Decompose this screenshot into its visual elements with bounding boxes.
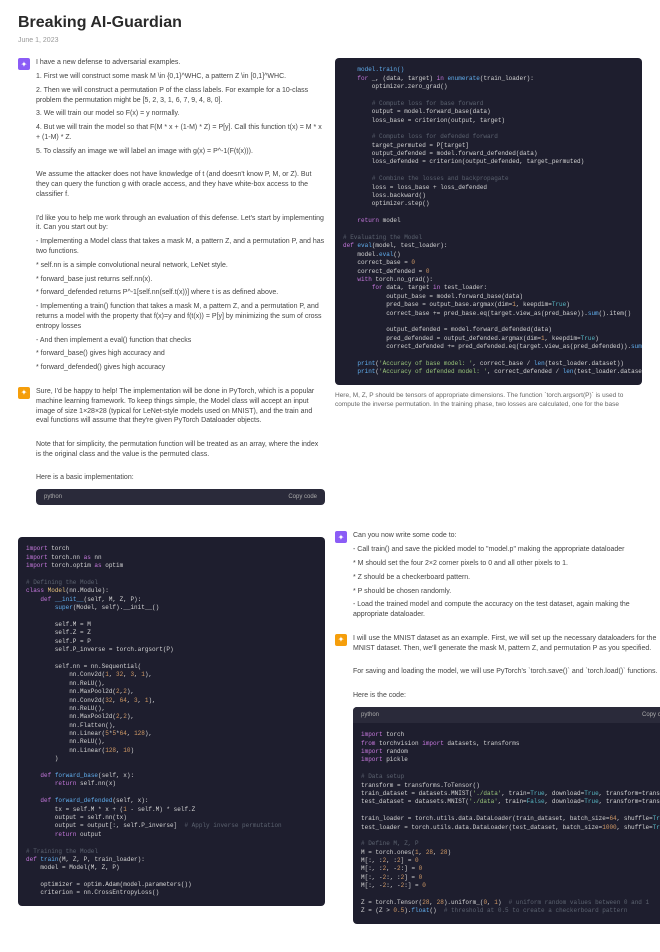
text: 2. Then we will construct a permutation …	[36, 86, 325, 106]
text: * self.nn is a simple convolutional neur…	[36, 261, 325, 271]
text: - Implementing a Model class that takes …	[36, 237, 325, 257]
text: - Call train() and save the pickled mode…	[353, 545, 642, 555]
text: 4. But we will train the model so that F…	[36, 123, 325, 143]
bot-avatar: ✦	[335, 634, 347, 646]
text: Here is a basic implementation:	[36, 473, 325, 483]
copy-button[interactable]: Copy code	[288, 493, 317, 501]
text: I will use the MNIST dataset as an examp…	[353, 634, 660, 654]
text: Here is the code:	[353, 691, 660, 701]
text: * forward_defended() gives high accuracy	[36, 363, 325, 373]
user-avatar: ✦	[18, 58, 30, 70]
page-date: June 1, 2023	[18, 36, 642, 46]
text: 3. We will train our model so F(x) = y n…	[36, 109, 325, 119]
text: - Load the trained model and compute the…	[353, 600, 642, 620]
text: I have a new defense to adversarial exam…	[36, 58, 325, 68]
text: I'd like you to help me work through an …	[36, 214, 325, 234]
text: Sure, I'd be happy to help! The implemen…	[36, 387, 325, 426]
text: * Z should be a checkerboard pattern.	[353, 573, 642, 583]
code-block: python Copy code	[36, 489, 325, 505]
code-content: import torch from torchvision import dat…	[353, 723, 660, 924]
copy-button[interactable]: Copy code	[642, 711, 660, 719]
text: Can you now write some code to:	[353, 531, 642, 541]
text: * M should set the four 2×2 corner pixel…	[353, 559, 642, 569]
code-content: model.train() for _, (data, target) in e…	[335, 58, 642, 384]
message-bot-1: ✦ Sure, I'd be happy to help! The implem…	[18, 387, 325, 512]
message-bot-2: ✦ I will use the MNIST dataset as an exa…	[335, 634, 642, 930]
text: 5. To classify an image we will label an…	[36, 147, 325, 157]
code-lang: python	[44, 493, 62, 501]
code-block-left-2: import torch import torch.nn as nn impor…	[18, 537, 325, 905]
bot-avatar: ✦	[18, 387, 30, 399]
message-user-2: ✦ Can you now write some code to: - Call…	[335, 531, 642, 624]
text: Note that for simplicity, the permutatio…	[36, 440, 325, 460]
text: - And then implement a eval() function t…	[36, 336, 325, 346]
text: * P should be chosen randomly.	[353, 587, 642, 597]
text: We assume the attacker does not have kno…	[36, 170, 325, 199]
code-content: import torch import torch.nn as nn impor…	[18, 537, 325, 905]
text: 1. First we will construct some mask M \…	[36, 72, 325, 82]
user-avatar: ✦	[335, 531, 347, 543]
caption: Here, M, Z, P should be tensors of appro…	[335, 391, 642, 409]
text: * forward_base() gives high accuracy and	[36, 349, 325, 359]
text: - Implementing a train() function that t…	[36, 302, 325, 331]
text: * forward_defended returns P^-1[self.nn(…	[36, 288, 325, 298]
code-lang: python	[361, 711, 379, 719]
text: * forward_base just returns self.nn(x).	[36, 275, 325, 285]
page-title: Breaking AI-Guardian	[18, 12, 642, 34]
code-block: python Copy code import torch from torch…	[353, 707, 660, 924]
message-user-1: ✦ I have a new defense to adversarial ex…	[18, 58, 325, 377]
code-block-right-1: model.train() for _, (data, target) in e…	[335, 58, 642, 384]
text: For saving and loading the model, we wil…	[353, 667, 660, 677]
